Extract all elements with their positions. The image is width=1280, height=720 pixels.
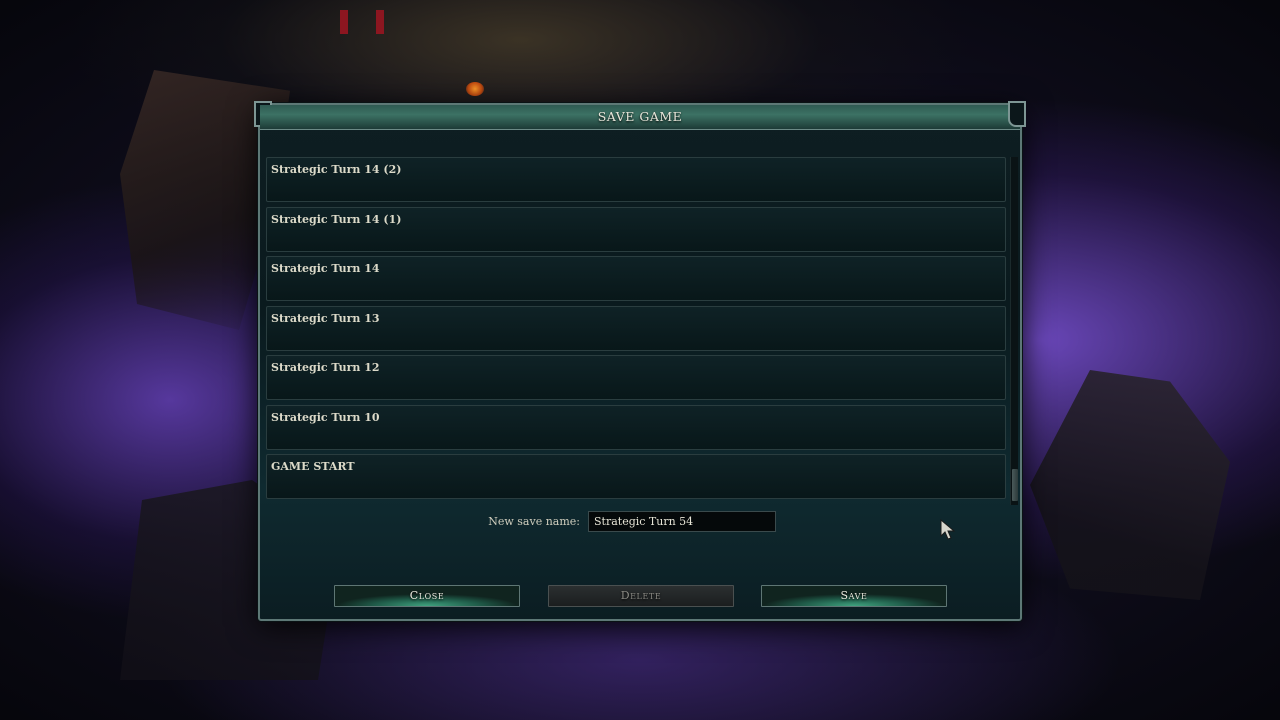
dialog-title: SAVE GAME xyxy=(597,109,683,124)
save-slot-label: Strategic Turn 14 (2) xyxy=(271,163,402,176)
save-list[interactable]: Strategic Turn 14 (2) Strategic Turn 14 … xyxy=(266,157,1018,505)
delete-button[interactable]: Delete xyxy=(548,585,734,607)
red-banner xyxy=(340,10,348,34)
save-slot-label: GAME START xyxy=(271,460,355,473)
save-game-dialog: SAVE GAME Strategic Turn 14 (2) Strategi… xyxy=(254,101,1026,621)
floating-island xyxy=(1030,370,1230,600)
campfire xyxy=(466,82,484,96)
save-slot-row[interactable]: Strategic Turn 14 (1) xyxy=(266,206,1006,252)
save-slot-row[interactable]: Strategic Turn 14 (2) xyxy=(266,157,1006,202)
save-slot-row[interactable]: GAME START xyxy=(266,454,1006,499)
scrollbar-thumb[interactable] xyxy=(1012,469,1018,501)
save-slot-row[interactable]: Strategic Turn 10 xyxy=(266,404,1006,450)
new-save-name-input[interactable] xyxy=(588,511,776,532)
save-slot-label: Strategic Turn 13 xyxy=(271,311,380,325)
save-slot-label: Strategic Turn 14 (1) xyxy=(271,212,402,226)
new-save-name-label: New save name: xyxy=(488,515,580,528)
save-slot-row[interactable]: Strategic Turn 13 xyxy=(266,305,1006,351)
mouse-pointer-icon xyxy=(940,519,956,540)
save-list-scrollbar[interactable] xyxy=(1010,157,1018,505)
dialog-titlebar: SAVE GAME xyxy=(260,105,1020,130)
close-button[interactable]: Close xyxy=(334,585,520,607)
save-slot-label: Strategic Turn 10 xyxy=(271,410,380,424)
save-slot-row[interactable]: Strategic Turn 12 xyxy=(266,355,1006,400)
save-slot-label: Strategic Turn 14 xyxy=(271,262,380,275)
save-slot-label: Strategic Turn 12 xyxy=(271,361,380,374)
save-button[interactable]: Save xyxy=(761,585,947,607)
save-slot-row[interactable]: Strategic Turn 14 xyxy=(266,256,1006,301)
red-banner xyxy=(376,10,384,34)
